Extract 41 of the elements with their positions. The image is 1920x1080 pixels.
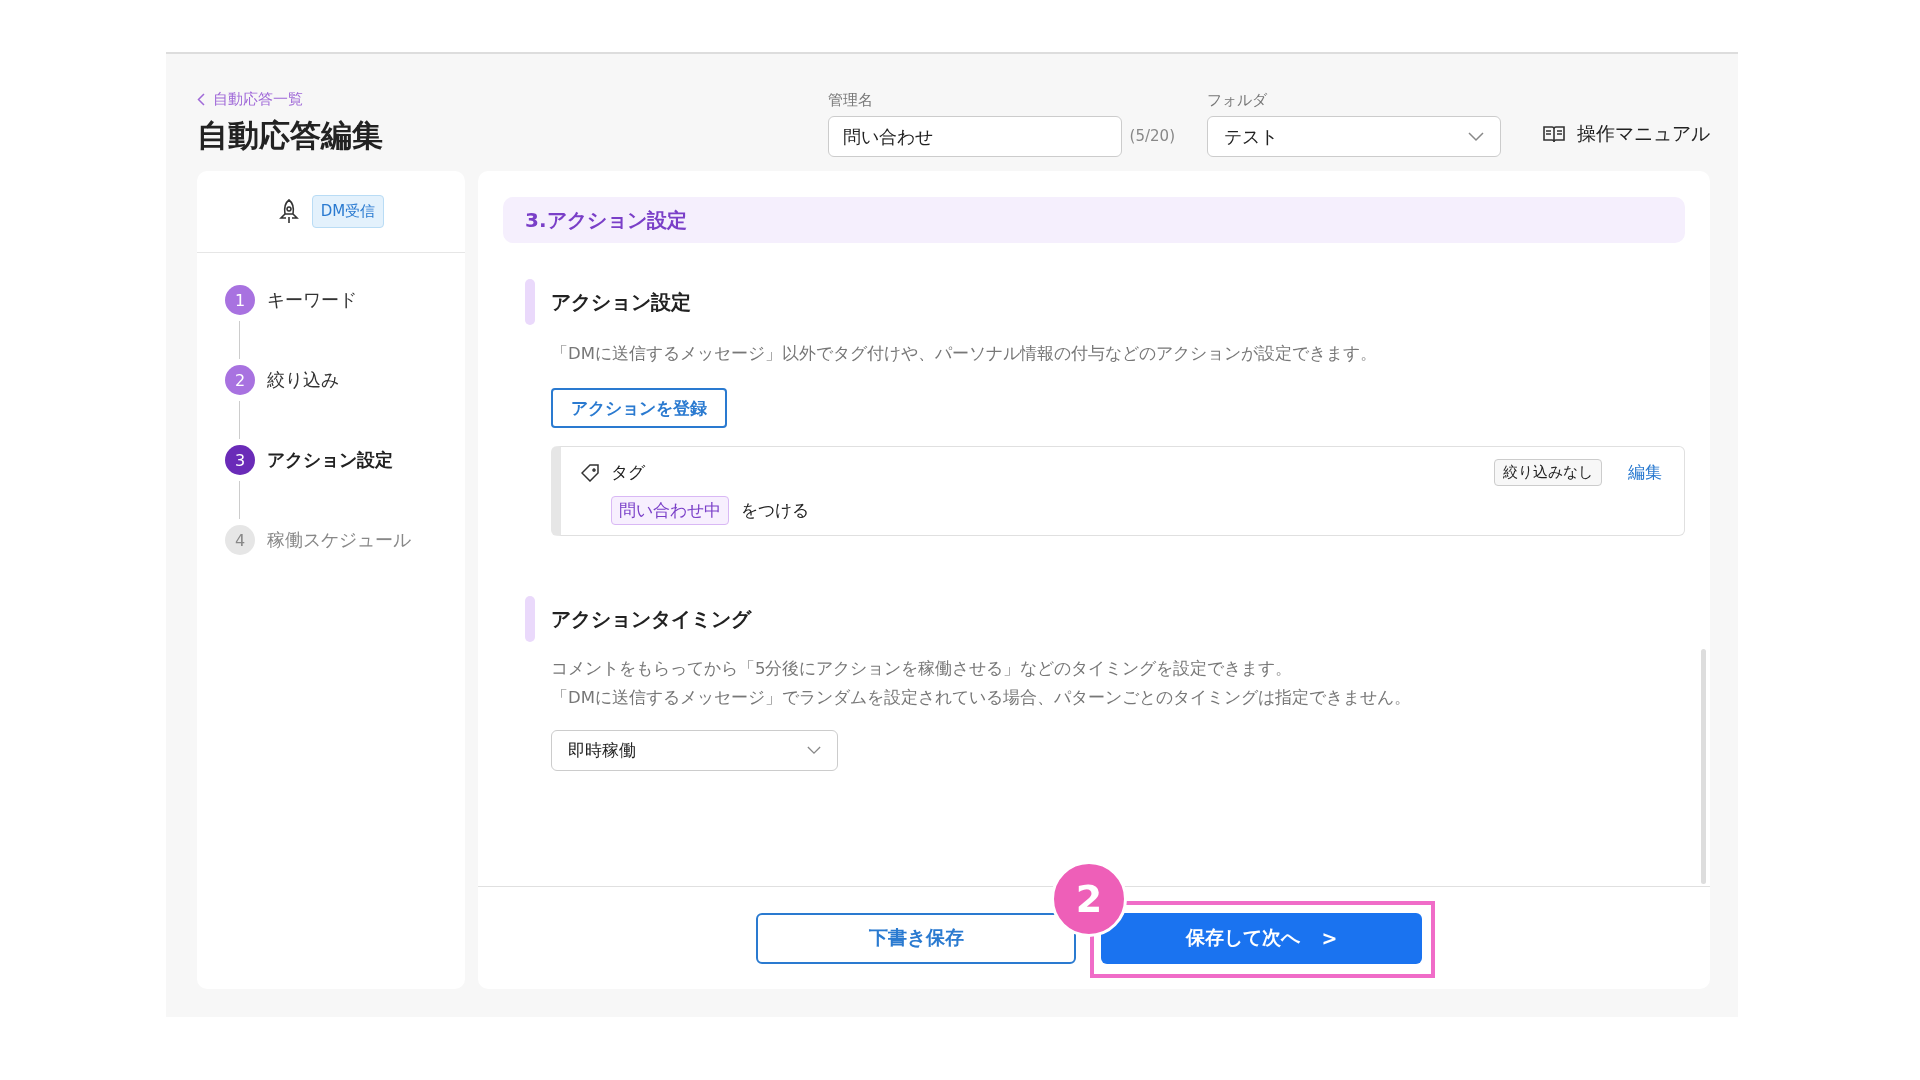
step-label[interactable]: アクション設定 [267, 448, 393, 472]
accent-bar [525, 596, 535, 642]
folder-select[interactable]: テスト [1207, 116, 1501, 157]
action-text: をつける [741, 499, 809, 522]
chevron-left-icon [197, 93, 205, 106]
book-icon [1543, 125, 1565, 143]
back-link[interactable]: 自動応答一覧 [197, 90, 828, 109]
save-draft-button[interactable]: 下書き保存 [756, 912, 1076, 964]
timing-select[interactable]: 即時稼働 [551, 730, 838, 771]
chevron-down-icon [807, 746, 821, 755]
trigger-badge: DM受信 [311, 195, 385, 228]
section-title: アクション設定 [551, 288, 691, 316]
accent-bar [525, 279, 535, 325]
action-type: タグ [611, 461, 646, 484]
field-label: フォルダ [1207, 91, 1268, 110]
character-counter: (5/20) [1129, 127, 1175, 145]
name-input[interactable]: 問い合わせ [827, 116, 1122, 157]
manual-link[interactable]: 操作マニュアル [1543, 121, 1710, 147]
filter-badge: 絞り込みなし [1494, 459, 1602, 486]
chevron-down-icon [1468, 131, 1484, 142]
field-label: 管理名 [827, 91, 874, 110]
step-number: 1 [225, 285, 255, 315]
edit-link[interactable]: 編集 [1628, 461, 1662, 484]
step-label[interactable]: 絞り込み [267, 368, 339, 392]
tag-chip: 問い合わせ中 [611, 496, 729, 525]
scrollbar[interactable] [1701, 649, 1706, 884]
step-label[interactable]: 稼働スケジュール [267, 528, 411, 552]
description: 「DMに送信するメッセージ」でランダムを設定されている場合、パターンごとのタイミングは指定できません。 [551, 687, 1412, 709]
description: コメントをもらってから「5分後にアクションを稼働させる」などのタイミングを設定できます。 [551, 658, 1294, 680]
step-label[interactable]: キーワード [267, 288, 357, 312]
page-title: 自動応答編集 [197, 116, 384, 155]
step-number: 3 [225, 445, 255, 475]
section-header: 3.アクション設定 [503, 197, 1685, 243]
save-next-button[interactable]: 保存して次へ > [1101, 912, 1422, 964]
section-title: アクションタイミング [551, 605, 751, 633]
step-number: 4 [225, 525, 255, 555]
description: 「DMに送信するメッセージ」以外でタグ付けや、パーソナル情報の付与などのアクションが設定できます。 [551, 343, 1378, 365]
register-action-button[interactable]: アクションを登録 [551, 388, 727, 428]
rocket-icon [277, 198, 300, 225]
tag-icon [581, 463, 599, 482]
step-number: 2 [225, 365, 255, 395]
